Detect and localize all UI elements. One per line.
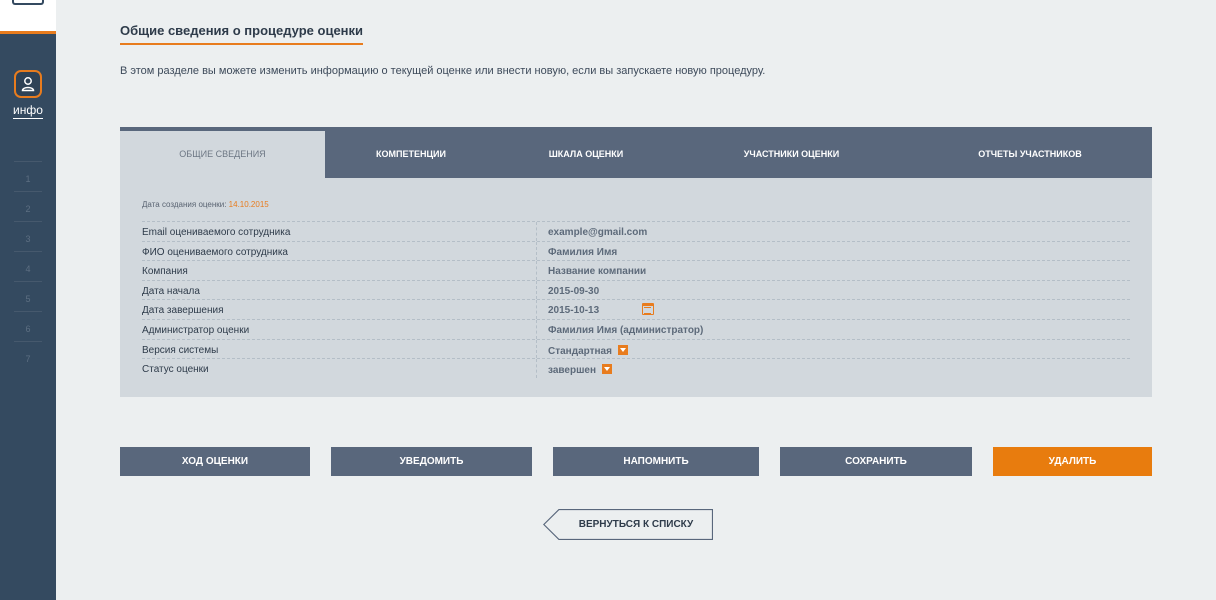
creation-date-value: 14.10.2015	[228, 200, 269, 209]
status-select[interactable]: завершен	[548, 364, 613, 377]
field-row-end-date: Дата завершения 2015-10-13	[142, 299, 1130, 319]
page-title: Общие сведения о процедуре оценки	[120, 23, 364, 45]
field-row-company: Компания Название компании	[142, 260, 1130, 280]
page-description: В этом разделе вы можете изменить информ…	[120, 65, 766, 77]
field-label: Компания	[142, 266, 188, 278]
end-date-field[interactable]: 2015-10-13	[548, 305, 599, 316]
step-7[interactable]: 7	[14, 341, 42, 371]
tab-rating-scale[interactable]: ШКАЛА ОЦЕНКИ	[497, 127, 675, 178]
field-row-name: ФИО оцениваемого сотрудника Фамилия Имя	[142, 240, 1130, 261]
field-label: Дата завершения	[142, 305, 224, 317]
step-5[interactable]: 5	[14, 281, 42, 311]
back-to-list-button[interactable]: ВЕРНУТЬСЯ К СПИСКУ	[543, 509, 713, 540]
field-row-start-date: Дата начала 2015-09-30	[142, 279, 1130, 300]
logo[interactable]: 360	[0, 0, 56, 34]
chevron-down-icon[interactable]	[617, 344, 628, 355]
tab-competencies[interactable]: КОМПЕТЕНЦИИ	[325, 127, 497, 178]
start-date-field[interactable]: 2015-09-30	[548, 286, 599, 297]
step-3[interactable]: 3	[14, 221, 42, 251]
tab-participants[interactable]: УЧАСТНИКИ ОЦЕНКИ	[675, 127, 908, 178]
status-value: завершен	[548, 365, 597, 377]
logo-text: 360	[12, 0, 44, 5]
field-row-status: Статус оценки завершен	[142, 358, 1130, 378]
version-select[interactable]: Стандартная	[548, 344, 628, 357]
field-label: Email оцениваемого сотрудника	[142, 227, 291, 238]
progress-button[interactable]: ХОД ОЦЕНКИ	[120, 447, 310, 476]
delete-button[interactable]: УДАЛИТЬ	[993, 447, 1152, 476]
field-label: Статус оценки	[142, 364, 209, 376]
version-value: Стандартная	[548, 345, 612, 357]
tab-participant-reports[interactable]: ОТЧЕТЫ УЧАСТНИКОВ	[908, 127, 1152, 178]
email-field[interactable]: example@gmail.com	[548, 227, 647, 238]
field-row-version: Версия системы Стандартная	[142, 338, 1130, 359]
tab-general[interactable]: ОБЩИЕ СВЕДЕНИЯ	[120, 131, 325, 178]
chevron-down-icon[interactable]	[602, 364, 613, 375]
field-label: Версия системы	[142, 344, 219, 356]
notify-button[interactable]: УВЕДОМИТЬ	[331, 447, 532, 476]
sidebar: 360 инфо 1 2 3 4 5 6 7	[0, 0, 56, 600]
user-profile-icon[interactable]	[14, 70, 42, 98]
remind-button[interactable]: НАПОМНИТЬ	[553, 447, 759, 476]
save-button[interactable]: СОХРАНИТЬ	[780, 447, 972, 476]
step-list: 1 2 3 4 5 6 7	[14, 161, 42, 371]
company-field[interactable]: Название компании	[548, 266, 646, 277]
field-row-email: Email оцениваемого сотрудника example@gm…	[142, 221, 1130, 241]
back-button-label: ВЕРНУТЬСЯ К СПИСКУ	[578, 519, 694, 530]
sidebar-item-info[interactable]: инфо	[0, 103, 56, 119]
fields-table: Email оцениваемого сотрудника example@gm…	[142, 221, 1130, 378]
creation-date: Дата создания оценки: 14.10.2015	[142, 200, 269, 209]
tab-bar: ОБЩИЕ СВЕДЕНИЯ КОМПЕТЕНЦИИ ШКАЛА ОЦЕНКИ …	[120, 127, 1152, 178]
step-4[interactable]: 4	[14, 251, 42, 281]
field-label: ФИО оцениваемого сотрудника	[142, 246, 288, 258]
name-field[interactable]: Фамилия Имя	[548, 247, 617, 258]
step-6[interactable]: 6	[14, 311, 42, 341]
field-label: Администратор оценки	[142, 324, 250, 336]
calendar-icon[interactable]	[642, 303, 654, 316]
field-label: Дата начала	[142, 285, 200, 297]
creation-date-label: Дата создания оценки:	[142, 200, 227, 209]
step-2[interactable]: 2	[14, 191, 42, 221]
field-row-admin: Администратор оценки Фамилия Имя (админи…	[142, 318, 1130, 339]
admin-field[interactable]: Фамилия Имя (администратор)	[548, 325, 703, 336]
info-panel: ОБЩИЕ СВЕДЕНИЯ КОМПЕТЕНЦИИ ШКАЛА ОЦЕНКИ …	[120, 127, 1152, 397]
step-1[interactable]: 1	[14, 161, 42, 191]
info-label: инфо	[13, 103, 43, 119]
